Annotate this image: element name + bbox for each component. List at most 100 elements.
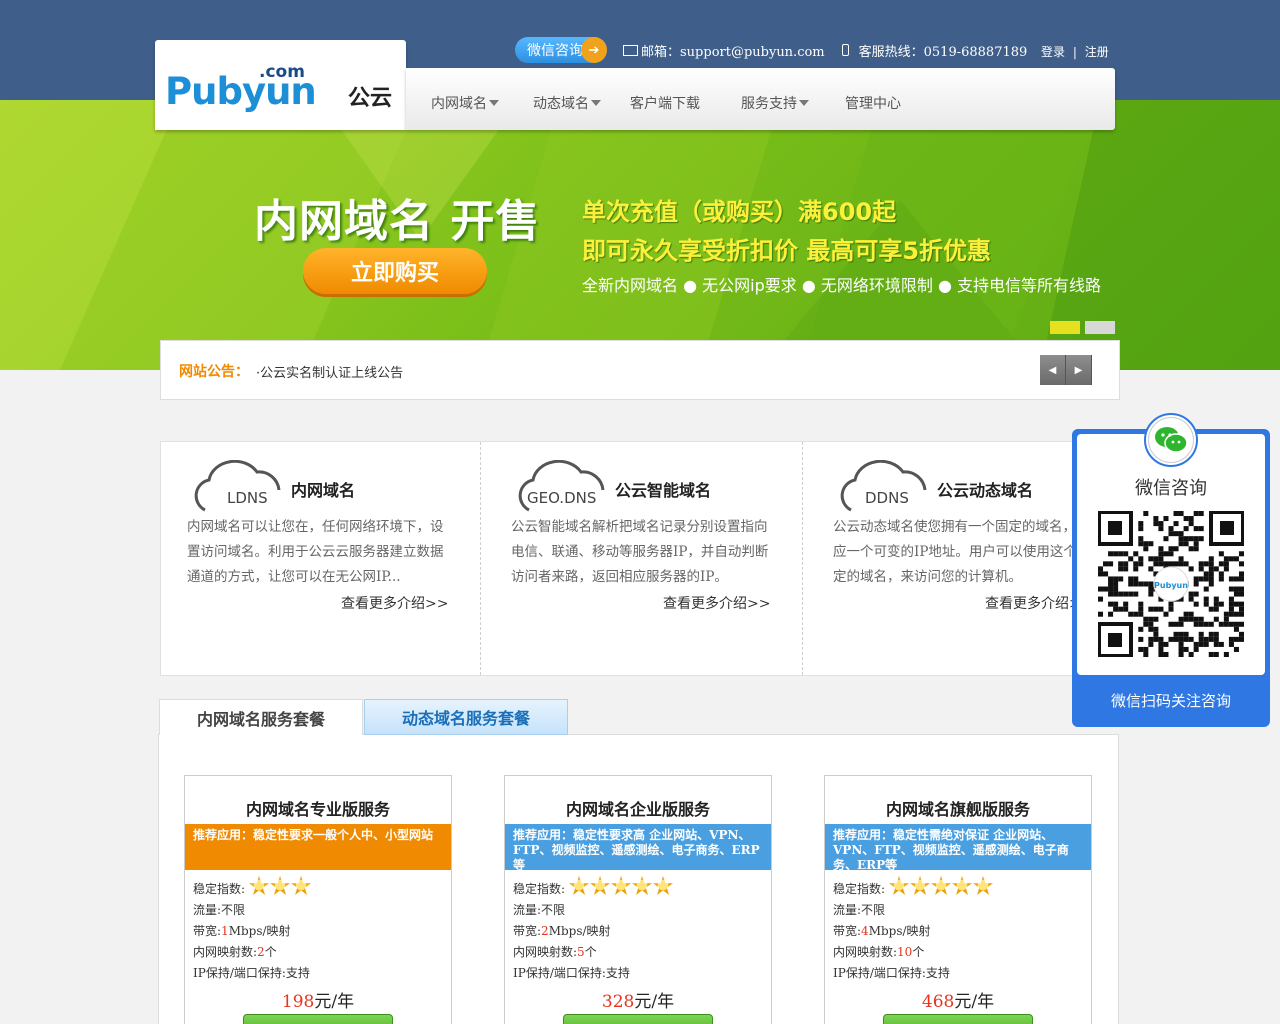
stability-row: 稳定指数: xyxy=(513,876,674,900)
bw-prefix: 带宽: xyxy=(513,924,542,938)
map-value: 10 xyxy=(897,945,913,959)
header: .com Pubyun 公云 内网域名 动态域名 客户端下载 服务支持 管理中心 xyxy=(155,40,1115,130)
bw-value: 4 xyxy=(861,924,869,938)
star-icon xyxy=(291,876,312,895)
package-recommendation: 推荐应用：稳定性要求一般个人中、小型网站 xyxy=(185,824,451,870)
package-title: 内网域名企业版服务 xyxy=(565,800,710,819)
package-price: 198元/年 xyxy=(185,987,451,1012)
notice-label: 网站公告： xyxy=(179,364,249,380)
caret-down-icon xyxy=(591,100,601,106)
map-prefix: 内网映射数: xyxy=(513,945,578,959)
feature-title: 公云智能域名 xyxy=(615,481,712,500)
nav-item-client-download[interactable]: 客户端下载 xyxy=(630,93,700,113)
nav-item-label: 客户端下载 xyxy=(630,96,700,112)
ddns-icon-text: DDNS xyxy=(865,489,909,507)
main-nav: 内网域名 动态域名 客户端下载 服务支持 管理中心 xyxy=(406,68,1115,130)
ip-row: IP保持/端口保持:支持 xyxy=(833,966,950,980)
nav-item-dynamic-domain[interactable]: 动态域名 xyxy=(533,93,601,113)
packages-panel: 内网域名专业版服务 推荐应用：稳定性要求一般个人中、小型网站 稳定指数: 流量:… xyxy=(158,734,1119,1024)
star-icon xyxy=(952,876,973,895)
wechat-panel-title: 微信咨询 xyxy=(1135,478,1207,499)
qr-code: Pubyun xyxy=(1097,510,1245,658)
slide-indicator-2[interactable] xyxy=(1085,321,1115,334)
stability-label: 稳定指数: xyxy=(193,882,246,896)
star-icon xyxy=(611,876,632,895)
star-icon xyxy=(632,876,653,895)
stability-stars xyxy=(569,876,674,896)
nav-item-label: 服务支持 xyxy=(741,96,797,112)
nav-item-management-center[interactable]: 管理中心 xyxy=(845,93,901,113)
stability-stars xyxy=(889,876,994,896)
nav-item-intranet-domain[interactable]: 内网域名 xyxy=(431,93,499,113)
star-icon xyxy=(653,876,674,895)
price-value: 328 xyxy=(601,992,635,1012)
feature-desc: 公云智能域名解析把域名记录分别设置指向电信、联通、移动等服务器IP，并自动判断访… xyxy=(511,519,769,585)
caret-left-icon[interactable]: ◀ xyxy=(1040,355,1066,385)
stability-stars xyxy=(249,876,312,896)
stability-label: 稳定指数: xyxy=(513,882,566,896)
nav-item-label: 动态域名 xyxy=(533,96,589,112)
ip-row: IP保持/端口保持:支持 xyxy=(513,966,630,980)
package-buy-button[interactable] xyxy=(563,1014,713,1024)
traffic-row: 流量:不限 xyxy=(193,903,246,917)
wechat-icon-badge xyxy=(1144,413,1198,467)
tab-dynamic-packages[interactable]: 动态域名服务套餐 xyxy=(364,699,568,735)
star-icon xyxy=(270,876,291,895)
geodns-cloud-icon: GEO.DNS xyxy=(511,459,607,512)
mapping-row: 内网映射数:2个 xyxy=(193,942,312,963)
caret-right-icon[interactable]: ▶ xyxy=(1066,355,1092,385)
price-value: 198 xyxy=(281,992,315,1012)
price-unit: 元/年 xyxy=(314,992,355,1012)
traffic-row: 流量:不限 xyxy=(833,903,886,917)
package-specs: 稳定指数: 流量:不限 带宽:2Mbps/映射 内网映射数:5个 IP保持/端口… xyxy=(513,876,674,984)
wechat-icon xyxy=(1148,417,1194,463)
nav-item-service-support[interactable]: 服务支持 xyxy=(741,93,809,113)
star-icon xyxy=(973,876,994,895)
site-notice: 网站公告： ·公云实名制认证上线公告 ◀ ▶ xyxy=(160,340,1120,400)
notice-pager: ◀ ▶ xyxy=(1040,355,1092,385)
feature-card-ldns: LDNS 内网域名 内网域名可以让您在，任何网络环境下，设置访问域名。利用于公云… xyxy=(161,442,483,675)
star-icon xyxy=(249,876,270,895)
feature-more-link[interactable]: 查看更多介绍>> xyxy=(341,593,448,613)
package-price: 468元/年 xyxy=(825,987,1091,1012)
bw-value: 2 xyxy=(541,924,549,938)
bw-suffix: Mbps/映射 xyxy=(548,924,611,938)
promo-banner[interactable]: 内网域名 开售 立即购买 单次充值（或购买）满600起 即可永久享受折扣价 最高… xyxy=(0,100,1280,370)
stability-row: 稳定指数: xyxy=(193,876,312,900)
bandwidth-row: 带宽:1Mbps/映射 xyxy=(193,921,312,942)
star-icon xyxy=(889,876,910,895)
star-icon xyxy=(910,876,931,895)
package-buy-button[interactable] xyxy=(243,1014,393,1024)
logo-cn: 公云 xyxy=(348,85,393,111)
price-unit: 元/年 xyxy=(634,992,675,1012)
wechat-panel-footer: 微信扫码关注咨询 xyxy=(1110,692,1231,710)
feature-more-link[interactable]: 查看更多介绍>> xyxy=(663,593,770,613)
features-section: LDNS 内网域名 内网域名可以让您在，任何网络环境下，设置访问域名。利用于公云… xyxy=(160,441,1120,676)
package-specs: 稳定指数: 流量:不限 带宽:4Mbps/映射 内网映射数:10个 IP保持/端… xyxy=(833,876,994,984)
ldns-icon-text: LDNS xyxy=(227,489,268,507)
logo[interactable]: .com Pubyun 公云 xyxy=(155,40,406,130)
map-suffix: 个 xyxy=(584,945,597,959)
buy-now-button[interactable]: 立即购买 xyxy=(303,248,487,294)
traffic-row: 流量:不限 xyxy=(513,903,566,917)
map-suffix: 个 xyxy=(264,945,277,959)
stability-label: 稳定指数: xyxy=(833,882,886,896)
geodns-icon-text: GEO.DNS xyxy=(527,489,596,507)
feature-desc: 内网域名可以让您在，任何网络环境下，设置访问域名。利用于公云云服务器建立数据通道… xyxy=(187,519,444,585)
stability-row: 稳定指数: xyxy=(833,876,994,900)
package-card-flagship: 内网域名旗舰版服务 推荐应用：稳定性需绝对保证 企业网站、VPN、FTP、视频监… xyxy=(824,775,1092,1024)
banner-promo-line2: 即可永久享受折扣价 最高可享5折优惠 xyxy=(582,237,992,265)
nav-item-label: 内网域名 xyxy=(431,96,487,112)
package-recommendation: 推荐应用：稳定性需绝对保证 企业网站、VPN、FTP、视频监控、遥感测绘、电子商… xyxy=(825,824,1091,870)
package-buy-button[interactable] xyxy=(883,1014,1033,1024)
bandwidth-row: 带宽:4Mbps/映射 xyxy=(833,921,994,942)
caret-down-icon xyxy=(799,100,809,106)
slide-indicator-1[interactable] xyxy=(1050,321,1080,334)
mapping-row: 内网映射数:5个 xyxy=(513,942,674,963)
tab-intranet-packages[interactable]: 内网域名服务套餐 xyxy=(159,699,363,735)
notice-link[interactable]: ·公云实名制认证上线公告 xyxy=(256,362,403,381)
bw-value: 1 xyxy=(221,924,229,938)
map-prefix: 内网映射数: xyxy=(193,945,258,959)
banner-features-line: 全新内网域名 ● 无公网ip要求 ● 无网络环境限制 ● 支持电信等所有线路 xyxy=(582,276,1102,295)
banner-promo-line1: 单次充值（或购买）满600起 xyxy=(582,198,897,226)
